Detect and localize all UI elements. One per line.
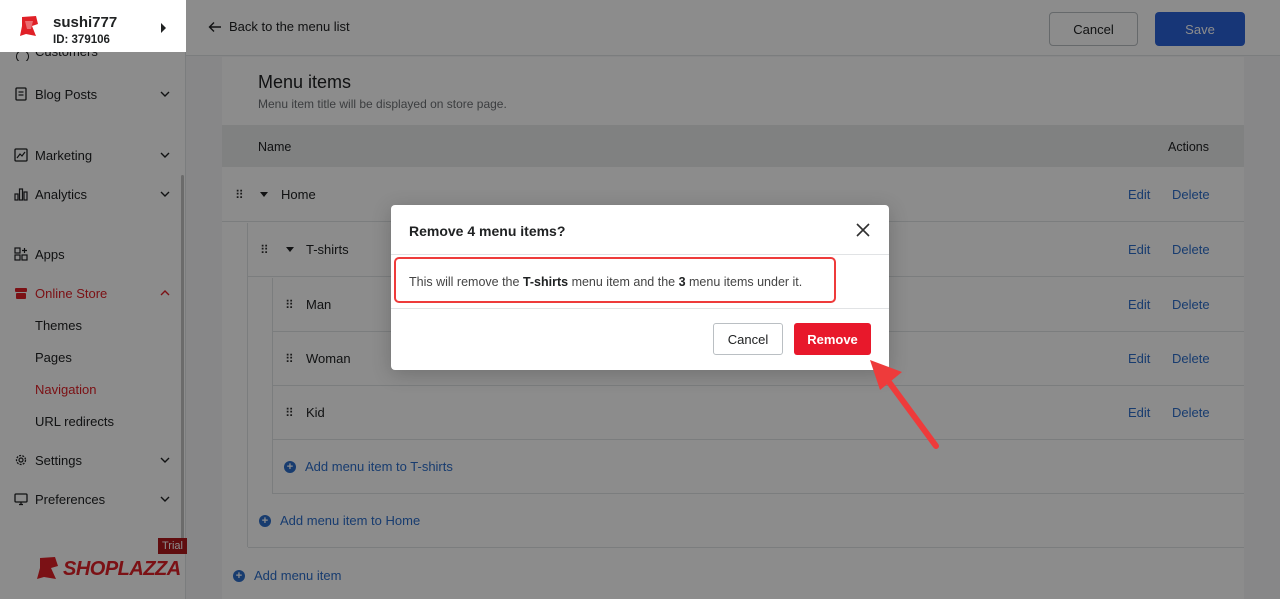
annotation-arrow-icon [870,360,939,449]
dialog-title: Remove 4 menu items? [409,223,566,239]
divider [391,308,889,309]
store-switcher[interactable]: sushi777 ID: 379106 [0,0,186,52]
store-id: ID: 379106 [53,34,110,46]
divider [391,254,889,255]
cancel-button[interactable]: Cancel [713,323,783,355]
store-logo-icon [20,16,38,36]
remove-confirm-dialog: Remove 4 menu items? This will remove th… [391,205,889,370]
annotation-highlight-box [394,257,836,303]
caret-right-icon [161,23,166,33]
remove-button[interactable]: Remove [794,323,871,355]
store-name: sushi777 [53,14,118,31]
close-icon[interactable] [854,221,872,239]
